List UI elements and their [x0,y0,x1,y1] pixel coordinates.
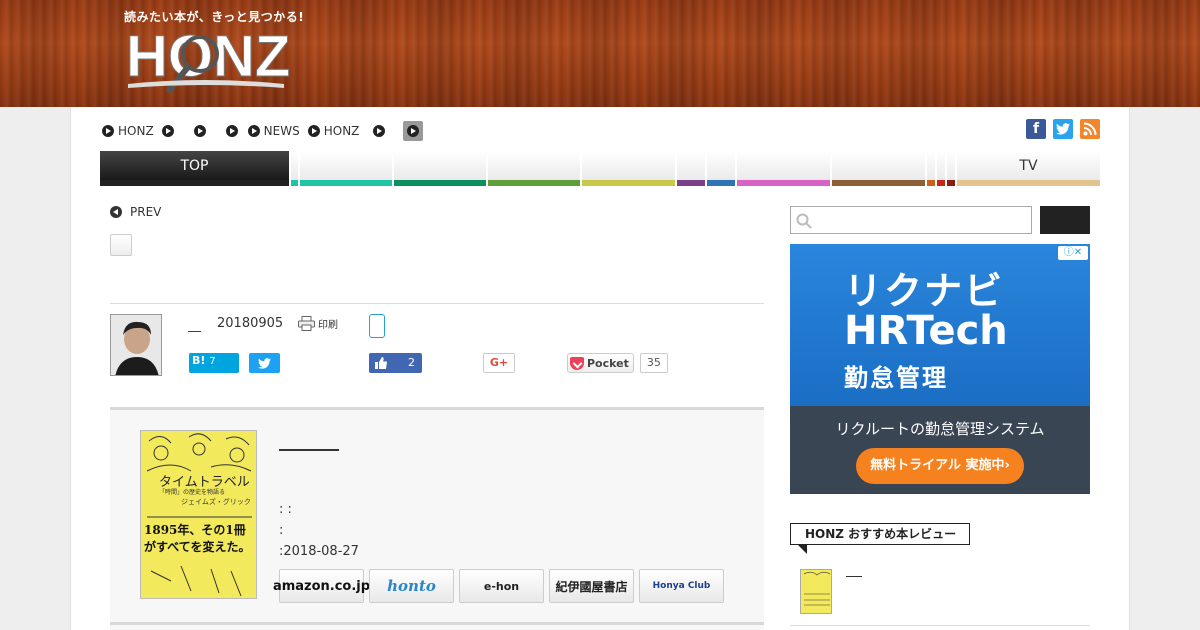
amazon-button[interactable]: amazon.co.jp [273,569,370,603]
sidebar-section-label: HONZ おすすめ本レビュー [790,523,970,554]
arrow-right-icon [161,125,174,137]
breadcrumb-item-news[interactable]: NEWS [247,122,300,140]
tab-category[interactable] [832,151,925,186]
honto-button[interactable]: honto [369,569,454,603]
arrow-right-icon [373,125,386,137]
kinokuniya-button[interactable]: 紀伊國屋書店 [549,569,634,603]
breadcrumb-item[interactable]: HONZ [102,122,154,140]
book-meta-date: :2018-08-27 [279,544,359,559]
sidebar-divider [790,625,1090,626]
tab-category[interactable] [927,151,935,186]
arrow-right-icon [307,125,320,137]
breadcrumb-item[interactable] [193,122,210,140]
rss-icon[interactable] [1080,119,1100,139]
arrow-right-icon [225,125,238,137]
book-title-line[interactable] [279,449,339,451]
facebook-icon[interactable]: f [1026,119,1046,139]
arrow-right-icon [102,125,114,137]
cover-tagline: 1895年、その1冊がすべてを変えた。 [144,523,251,554]
tab-category[interactable] [947,151,955,186]
ad-line-1: リクナビ [844,269,1005,313]
facebook-like-button[interactable]: 2 [369,353,422,373]
site-header: 読みたい本が、きっと見つかる! HONZ [0,0,1200,107]
cover-author: ジェイムズ・グリック [181,498,251,506]
tab-tv[interactable]: TV [957,151,1100,186]
sidebar-item-title[interactable] [846,576,862,577]
pocket-button[interactable]: Pocket 35 [567,353,668,373]
book-meta-author: : : [279,502,292,517]
breadcrumb-item[interactable] [225,122,242,140]
tab-category[interactable] [677,151,705,186]
thumbs-up-icon [375,357,387,369]
arrow-right-icon [193,125,206,137]
hatena-bookmark-button[interactable]: B! 7 [189,353,239,373]
category-nav: TOP TV [100,151,1100,186]
ehon-button[interactable]: e-hon [459,569,544,603]
tab-category[interactable] [937,151,945,186]
search-icon [796,213,812,229]
breadcrumb-current [403,121,424,141]
google-plus-button[interactable]: G+ [483,353,515,373]
breadcrumb-item[interactable] [373,122,389,140]
arrow-right-icon [407,125,420,137]
logo-text: HONZ [126,24,290,89]
mobile-icon[interactable] [369,314,385,338]
divider [110,303,764,304]
sidebar-book-thumb[interactable] [800,569,832,614]
adchoices-icon[interactable]: ⓘ✕ [1058,246,1088,260]
arrow-right-icon [247,125,260,137]
ad-cta-button[interactable]: 無料トライアル 実施中› [856,448,1024,484]
breadcrumb-item-honz[interactable]: HONZ [307,122,359,140]
tab-category[interactable] [737,151,830,186]
book-info-border [110,622,764,625]
ad-banner[interactable]: リクナビ HRTech 勤怠管理 リクルートの勤怠管理システム 無料トライアル … [790,244,1090,494]
tab-category[interactable] [291,151,298,186]
book-meta-publisher: : [279,523,284,538]
social-links: f [1026,119,1100,139]
author-avatar[interactable] [110,314,162,376]
honz-logo[interactable]: HONZ [124,22,290,98]
breadcrumb-item[interactable] [161,122,178,140]
printer-icon [298,316,315,331]
twitter-icon [258,358,271,369]
pocket-icon [570,356,584,370]
cover-subtitle: 「時間」の歴史を物語る [159,489,226,496]
ad-line-4: リクルートの勤怠管理システム [835,420,1045,438]
twitter-icon[interactable] [1053,119,1073,139]
tag-button[interactable] [110,234,132,256]
search-input[interactable] [790,206,1032,234]
prev-link[interactable]: PREV [110,205,161,219]
search-button[interactable] [1040,206,1090,234]
tweet-button[interactable] [249,353,280,373]
tab-category[interactable] [300,151,392,186]
print-button[interactable]: 印刷 [298,316,338,331]
ad-line-3: 勤怠管理 [844,364,948,392]
tab-category[interactable] [582,151,675,186]
arrow-left-icon [110,206,122,218]
pocket-count: 35 [639,353,668,373]
author-name[interactable]: __ [188,318,201,333]
tab-category[interactable] [394,151,486,186]
tab-top[interactable]: TOP [100,151,289,186]
ad-line-2: HRTech [844,308,1008,354]
post-date: 20180905 [217,316,284,331]
tab-category[interactable] [488,151,580,186]
breadcrumb: HONZ NEWS HONZ [102,121,431,141]
book-cover[interactable]: タイムトラベル 「時間」の歴史を物語る ジェイムズ・グリック 1895年、その1… [140,430,257,599]
honyaclub-button[interactable]: Honya Club [639,569,724,603]
tab-category[interactable] [707,151,735,186]
store-links: amazon.co.jp honto e-hon 紀伊國屋書店 Honya Cl… [273,569,724,603]
